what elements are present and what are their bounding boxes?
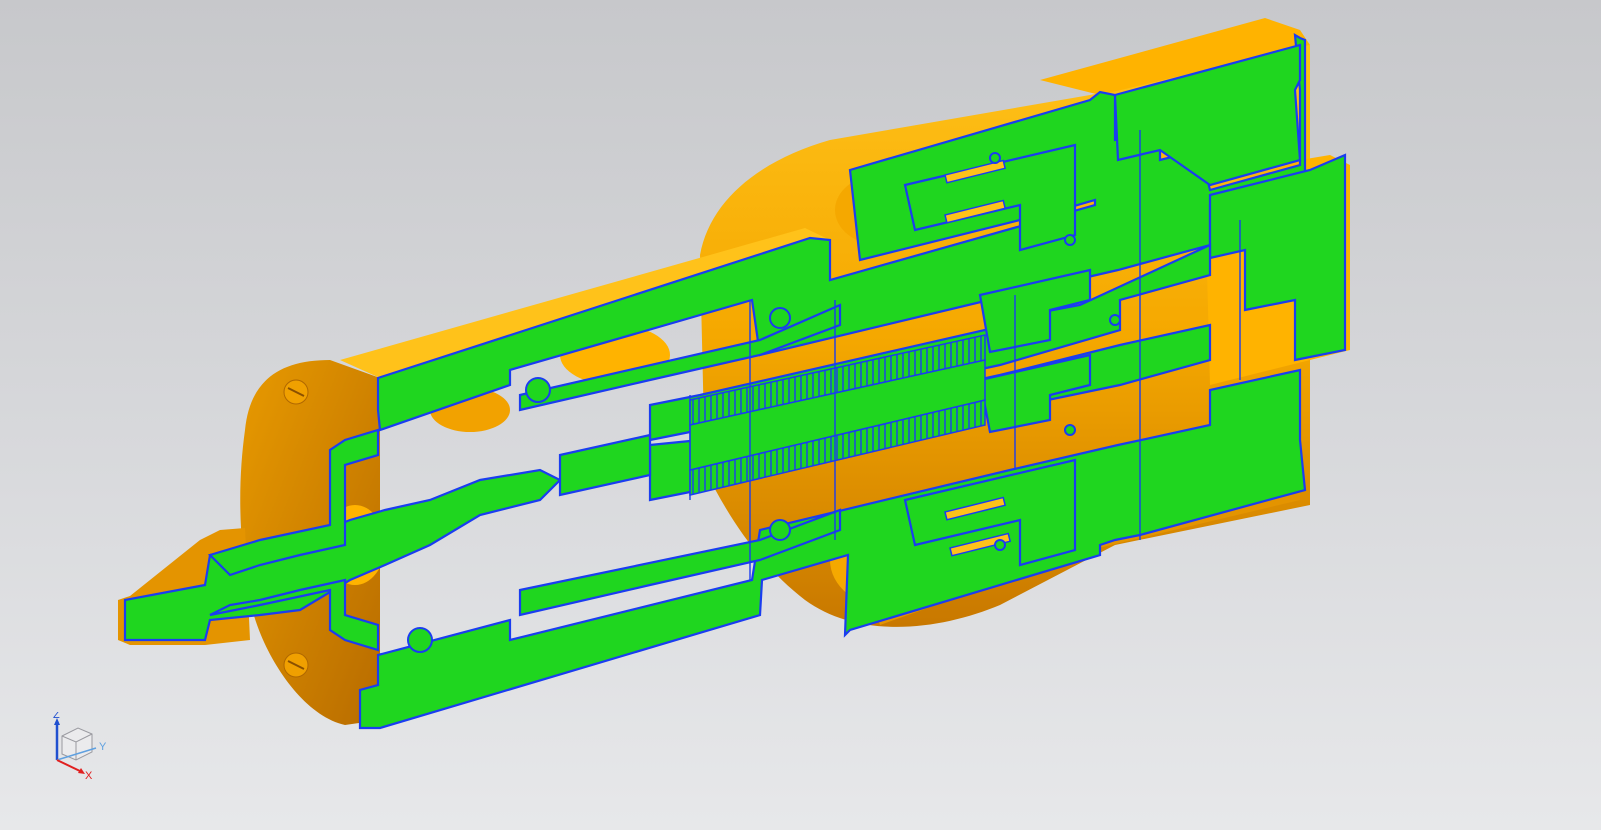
graphics-viewport[interactable]: Z Y X [0,0,1601,830]
insert-block [558,433,652,497]
o-ring-2 [769,307,791,329]
o-ring-3 [407,627,433,653]
o-ring-4 [769,519,791,541]
orientation-triad[interactable]: Z Y X [44,709,114,782]
x-axis-label: X [85,770,93,782]
x-axis [56,759,83,773]
y-axis-label: Y [99,741,107,753]
z-axis-label: Z [53,712,60,721]
o-ring-5 [989,152,1001,164]
o-ring-6 [1064,234,1076,246]
view-cube-icon [61,727,93,761]
o-ring-7 [1064,424,1076,436]
o-ring-1 [525,377,551,403]
o-ring-9 [1109,314,1121,326]
section-model[interactable] [0,0,1601,830]
o-ring-8 [994,539,1006,551]
